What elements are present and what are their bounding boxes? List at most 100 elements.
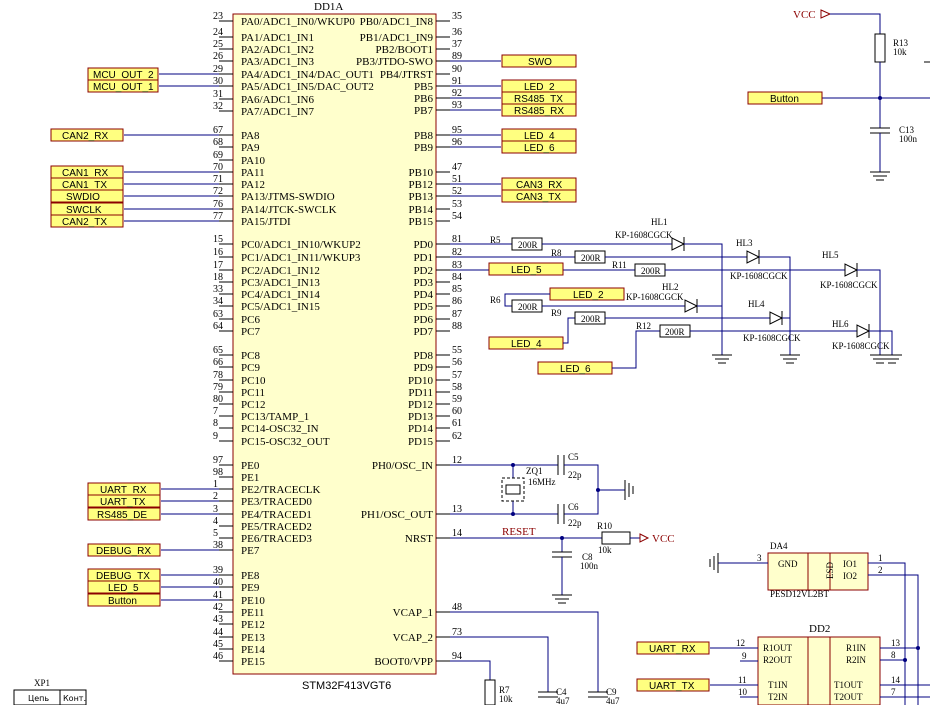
- pin-label: PB3/JTDO-SWO: [356, 56, 433, 68]
- value-r7: 10k: [499, 694, 513, 704]
- pin-number: 64: [213, 321, 223, 332]
- port-uart-tx[interactable]: UART_TX: [87, 494, 161, 508]
- port-rs485-de[interactable]: RS485_DE: [87, 507, 161, 521]
- port-can3-rx[interactable]: CAN3_RX: [501, 177, 577, 191]
- port-can3-tx[interactable]: CAN3_TX: [501, 189, 577, 203]
- pin-number: 73: [452, 627, 462, 638]
- pin-label: VCAP_1: [393, 607, 433, 619]
- value-c5: 22p: [568, 470, 582, 480]
- pin-label: PE1: [241, 472, 259, 484]
- wire-hl1-gnd: [684, 243, 723, 355]
- port-debug-rx[interactable]: DEBUG_RX: [87, 543, 161, 557]
- right-nets: SWO LED_2 RS485_TX RS485_RX LED_4 LED_6 …: [450, 54, 577, 203]
- port-rs485-tx[interactable]: RS485_TX: [501, 91, 577, 105]
- port-led-6[interactable]: LED_6: [501, 140, 577, 154]
- port-led-4[interactable]: LED_4: [501, 128, 577, 142]
- port-swclk[interactable]: SWCLK: [50, 202, 124, 216]
- pin-number: 34: [213, 296, 223, 307]
- label-r8: R8: [551, 248, 562, 258]
- port-button[interactable]: Button: [747, 91, 823, 105]
- port-debug-tx[interactable]: DEBUG_TX: [87, 568, 161, 582]
- crystal-zq1[interactable]: [501, 477, 525, 502]
- resistor-r10[interactable]: [601, 531, 631, 545]
- pin-label: PE4/TRACED1: [241, 509, 312, 521]
- port-can1-tx[interactable]: CAN1_TX: [50, 177, 124, 191]
- value-c8: 100n: [580, 561, 599, 571]
- port-rs485-rx[interactable]: RS485_RX: [501, 103, 577, 117]
- pin-number: 7: [213, 406, 218, 417]
- da4-pin-3: 3: [757, 553, 762, 563]
- port-led-2[interactable]: LED_2: [501, 79, 577, 93]
- port-can2-rx[interactable]: CAN2_RX: [50, 128, 124, 142]
- part-hl5: KP-1608CGCK: [820, 280, 878, 290]
- resistor-r13[interactable]: [874, 33, 886, 63]
- port-uart-rx[interactable]: UART_RX: [87, 482, 161, 496]
- port-led-2-led[interactable]: LED_2: [549, 287, 625, 301]
- pin-label: PD0: [413, 239, 433, 251]
- label-hl5: HL5: [822, 250, 839, 260]
- wire-vcc-r13: [830, 13, 881, 34]
- resistor-r7[interactable]: [484, 679, 496, 705]
- svg-text:SWCLK: SWCLK: [66, 205, 102, 216]
- port-uart-tx-dd2[interactable]: UART_TX: [636, 678, 710, 692]
- pin-number: 82: [452, 247, 462, 258]
- reset-circuit: RESET R10 10k VCC C8 100n: [450, 521, 675, 604]
- port-button-left[interactable]: Button: [87, 593, 161, 607]
- pin-number: 40: [213, 577, 223, 588]
- port-can2-tx[interactable]: CAN2_TX: [50, 214, 124, 228]
- led-circuit: R5 200R HL1 KP-1608CGCK R8 200R HL3 KP-1…: [450, 217, 902, 375]
- port-mcu-out-1[interactable]: MCU_OUT_1: [87, 79, 159, 93]
- da4-io2-label: IO2: [843, 571, 857, 581]
- value-r10: 10k: [598, 545, 612, 555]
- pin-number: 81: [452, 234, 462, 245]
- port-led-5[interactable]: LED_5: [488, 262, 564, 276]
- pin-label: PD10: [408, 375, 434, 387]
- pin-number: 25: [213, 39, 223, 50]
- pin-label: PC3/ADC1_IN13: [241, 277, 320, 289]
- pin-label: PE15: [241, 656, 265, 668]
- label-hl6: HL6: [832, 319, 849, 329]
- pin-number: 51: [452, 174, 462, 185]
- port-can1-rx[interactable]: CAN1_RX: [50, 165, 124, 179]
- port-led-4-led[interactable]: LED_4: [488, 336, 564, 350]
- pin-number: 38: [213, 540, 223, 551]
- diode-hl5[interactable]: [844, 263, 859, 277]
- pin-number: 61: [452, 418, 462, 429]
- svg-text:RS485_TX: RS485_TX: [514, 94, 563, 105]
- ground-icon: [712, 354, 902, 364]
- pin-number: 65: [213, 345, 223, 356]
- port-led-5-left[interactable]: LED_5: [87, 580, 161, 594]
- diode-hl4[interactable]: [769, 311, 784, 325]
- port-led-6-led[interactable]: LED_6: [537, 361, 613, 375]
- diode-hl2[interactable]: [684, 299, 699, 313]
- svg-text:UART_TX: UART_TX: [649, 681, 695, 692]
- pin-label: PC8: [241, 350, 260, 362]
- pin-label: PC15-OSC32_OUT: [241, 436, 330, 448]
- pin-label: PH0/OSC_IN: [372, 460, 433, 472]
- diode-hl6[interactable]: [856, 324, 871, 338]
- port-swdio[interactable]: SWDIO: [50, 189, 124, 203]
- dd2-r2in: R2IN: [846, 655, 867, 665]
- pin-number: 72: [213, 186, 223, 197]
- pin-number: 57: [452, 370, 462, 381]
- port-mcu-out-2[interactable]: MCU_OUT_2: [87, 67, 159, 81]
- svg-text:SWDIO: SWDIO: [66, 192, 100, 203]
- pin-number: 5: [213, 528, 218, 539]
- pin-label: PD15: [408, 436, 434, 448]
- diode-hl1[interactable]: [671, 237, 686, 251]
- dd2-t1in: T1IN: [768, 680, 788, 690]
- value-zq1: 16MHz: [528, 477, 556, 487]
- svg-text:UART_RX: UART_RX: [649, 644, 696, 655]
- port-swo[interactable]: SWO: [501, 54, 577, 68]
- pin-number: 62: [452, 431, 462, 442]
- port-uart-rx-dd2[interactable]: UART_RX: [636, 641, 710, 655]
- dd2-pin-7: 7: [891, 687, 896, 697]
- pin-number: 15: [213, 234, 223, 245]
- svg-text:CAN2_TX: CAN2_TX: [62, 217, 107, 228]
- dd2-pin-9: 9: [742, 651, 747, 661]
- xp1-col-net: Цепь: [28, 694, 49, 703]
- value-r12: 200R: [665, 327, 685, 337]
- pin-number: 86: [452, 296, 462, 307]
- pin-label: PE7: [241, 545, 260, 557]
- diode-hl3[interactable]: [746, 250, 761, 264]
